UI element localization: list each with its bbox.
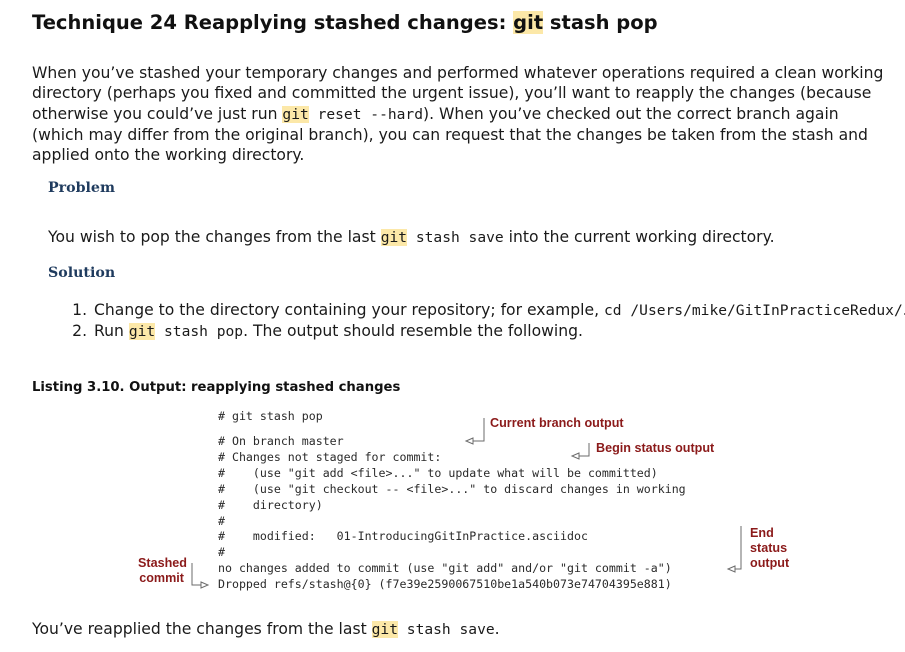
inline-code: stash save xyxy=(398,621,495,638)
end-status-arrow xyxy=(730,526,742,570)
arrow-head xyxy=(464,437,474,445)
arrow-head xyxy=(570,452,580,460)
annotation-arrows xyxy=(191,418,742,589)
current-branch-arrow xyxy=(468,418,485,442)
stashed-commit-arrow xyxy=(191,563,206,586)
arrow-head xyxy=(726,565,736,573)
inline-code: git xyxy=(371,621,398,638)
closing-text: You’ve reapplied the changes from the la… xyxy=(32,620,500,638)
arrow-head xyxy=(200,581,210,589)
